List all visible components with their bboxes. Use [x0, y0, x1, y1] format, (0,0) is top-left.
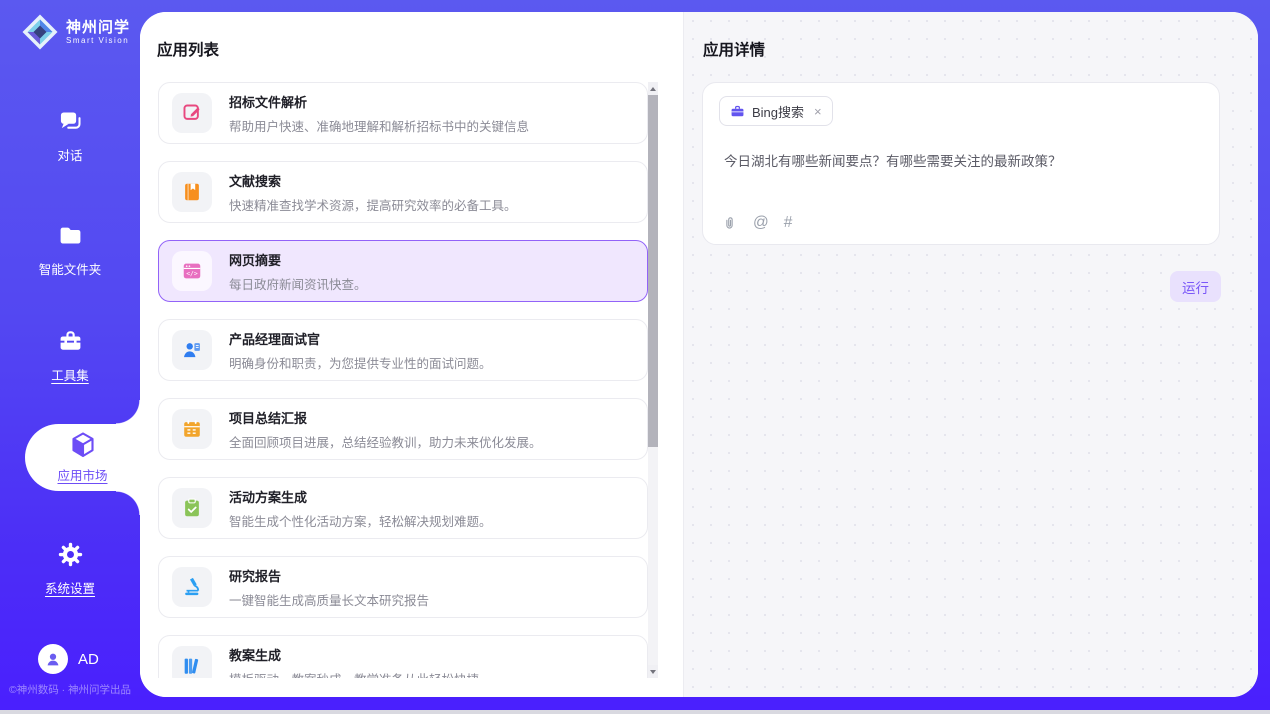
calendar-report-icon — [181, 418, 203, 440]
app-icon-tile — [172, 172, 212, 212]
app-card[interactable]: 招标文件解析 帮助用户快速、准确地理解和解析招标书中的关键信息 — [158, 82, 648, 144]
app-icon-tile — [172, 488, 212, 528]
app-title: 网页摘要 — [229, 250, 367, 269]
chat-icon — [57, 108, 84, 135]
app-card[interactable]: 文献搜索 快速精准查找学术资源，提高研究效率的必备工具。 — [158, 161, 648, 223]
app-icon-tile — [172, 646, 212, 678]
app-title: 产品经理面试官 — [229, 329, 492, 348]
app-card[interactable]: 项目总结汇报 全面回顾项目进展，总结经验教训，助力未来优化发展。 — [158, 398, 648, 460]
scroll-up-button[interactable] — [648, 82, 658, 95]
sidebar-item-smart-folder[interactable]: 智能文件夹 — [0, 222, 140, 278]
app-list-panel: 应用列表 招标文件解析 帮助用户快速、准确地理解和解析招标书中的关键信息 文献搜… — [140, 12, 683, 697]
browser-code-icon — [181, 260, 203, 282]
brand-diamond-icon — [20, 12, 60, 52]
active-tab-notch-bottom — [116, 491, 140, 515]
window-bottom-edge — [0, 710, 1270, 714]
app-desc: 一键智能生成高质量长文本研究报告 — [229, 590, 429, 609]
app-card[interactable]: 教案生成 模板驱动，教案秒成，教学准备从此轻松快捷 — [158, 635, 648, 678]
app-card[interactable]: 网页摘要 每日政府新闻资讯快查。 — [158, 240, 648, 302]
app-detail-panel: 应用详情 Bing搜索 × 今日湖北有哪些新闻要点？有哪些需要关注的最新政策？ … — [684, 12, 1258, 697]
scrollbar-thumb[interactable] — [648, 95, 658, 447]
avatar — [38, 644, 68, 674]
app-title: 文献搜索 — [229, 171, 517, 190]
run-button[interactable]: 运行 — [1170, 271, 1221, 302]
sidebar-item-label: 系统设置 — [0, 578, 140, 597]
sidebar-item-app-market-active[interactable]: 应用市场 — [25, 424, 140, 491]
app-title: 教案生成 — [229, 645, 479, 664]
brand-name: 神州问学 — [66, 19, 130, 36]
app-desc: 全面回顾项目进展，总结经验教训，助力未来优化发展。 — [229, 432, 542, 451]
person-icon — [44, 650, 62, 668]
microscope-icon — [181, 576, 203, 598]
app-card[interactable]: 研究报告 一键智能生成高质量长文本研究报告 — [158, 556, 648, 618]
app-title: 活动方案生成 — [229, 487, 492, 506]
sidebar-item-label: 工具集 — [0, 365, 140, 384]
app-title: 招标文件解析 — [229, 92, 529, 111]
clipboard-check-icon — [181, 497, 203, 519]
app-detail-title: 应用详情 — [703, 38, 765, 60]
hash-icon[interactable]: # — [784, 214, 793, 232]
prompt-input[interactable]: 今日湖北有哪些新闻要点？有哪些需要关注的最新政策？ — [724, 150, 1194, 170]
app-desc: 智能生成个性化活动方案，轻松解决规划难题。 — [229, 511, 492, 530]
scroll-down-button[interactable] — [648, 665, 658, 678]
app-icon-tile — [172, 330, 212, 370]
sidebar-item-settings[interactable]: 系统设置 — [0, 541, 140, 597]
app-icon-tile — [172, 251, 212, 291]
sidebar-item-label: 智能文件夹 — [0, 259, 140, 278]
sidebar-item-label: 对话 — [0, 145, 140, 164]
briefcase-icon — [730, 104, 745, 119]
app-list-title: 应用列表 — [157, 38, 219, 60]
tool-chip-bing-search[interactable]: Bing搜索 × — [719, 96, 833, 126]
triangle-down-icon — [650, 670, 656, 674]
paperclip-icon[interactable] — [721, 215, 738, 232]
app-desc: 帮助用户快速、准确地理解和解析招标书中的关键信息 — [229, 116, 529, 135]
prompt-card: Bing搜索 × 今日湖北有哪些新闻要点？有哪些需要关注的最新政策？ @ # — [702, 82, 1220, 245]
toolbox-icon — [57, 328, 84, 355]
user-label: AD — [78, 651, 99, 668]
sidebar-item-label: 应用市场 — [25, 465, 140, 484]
app-desc: 每日政府新闻资讯快查。 — [229, 274, 367, 293]
book-icon — [181, 181, 203, 203]
tool-chip-label: Bing搜索 — [752, 102, 804, 121]
gear-icon — [57, 541, 84, 568]
user-account[interactable]: AD — [0, 644, 140, 674]
app-desc: 模板驱动，教案秒成，教学准备从此轻松快捷 — [229, 669, 479, 679]
interviewer-icon — [181, 339, 203, 361]
app-icon-tile — [172, 93, 212, 133]
sidebar-item-chat[interactable]: 对话 — [0, 108, 140, 164]
app-list: 招标文件解析 帮助用户快速、准确地理解和解析招标书中的关键信息 文献搜索 快速精… — [158, 82, 648, 678]
triangle-up-icon — [650, 87, 656, 91]
chip-close-icon[interactable]: × — [814, 105, 822, 118]
sidebar: 神州问学 Smart Vision 对话 智能文件夹 — [0, 0, 140, 714]
app-title: 项目总结汇报 — [229, 408, 542, 427]
app-desc: 快速精准查找学术资源，提高研究效率的必备工具。 — [229, 195, 517, 214]
app-icon-tile — [172, 567, 212, 607]
app-title: 研究报告 — [229, 566, 429, 585]
content-panel: 应用列表 招标文件解析 帮助用户快速、准确地理解和解析招标书中的关键信息 文献搜… — [140, 12, 1258, 697]
sidebar-item-toolset[interactable]: 工具集 — [0, 328, 140, 384]
app-icon-tile — [172, 409, 212, 449]
composer-toolbar: @ # — [721, 214, 792, 232]
folder-icon — [57, 222, 84, 249]
app-list-scrollbar[interactable] — [648, 82, 658, 678]
app-card[interactable]: 活动方案生成 智能生成个性化活动方案，轻松解决规划难题。 — [158, 477, 648, 539]
app-logo: 神州问学 Smart Vision — [20, 12, 130, 52]
active-tab-notch-top — [116, 400, 140, 424]
edit-document-icon — [181, 102, 203, 124]
books-icon — [181, 655, 203, 677]
app-desc: 明确身份和职责，为您提供专业性的面试问题。 — [229, 353, 492, 372]
brand-subtitle: Smart Vision — [66, 36, 130, 45]
app-card[interactable]: 产品经理面试官 明确身份和职责，为您提供专业性的面试问题。 — [158, 319, 648, 381]
mention-icon[interactable]: @ — [753, 214, 769, 232]
sidebar-footer: ©神州数码 · 神州问学出品 — [0, 682, 140, 697]
cube-icon — [68, 430, 98, 460]
